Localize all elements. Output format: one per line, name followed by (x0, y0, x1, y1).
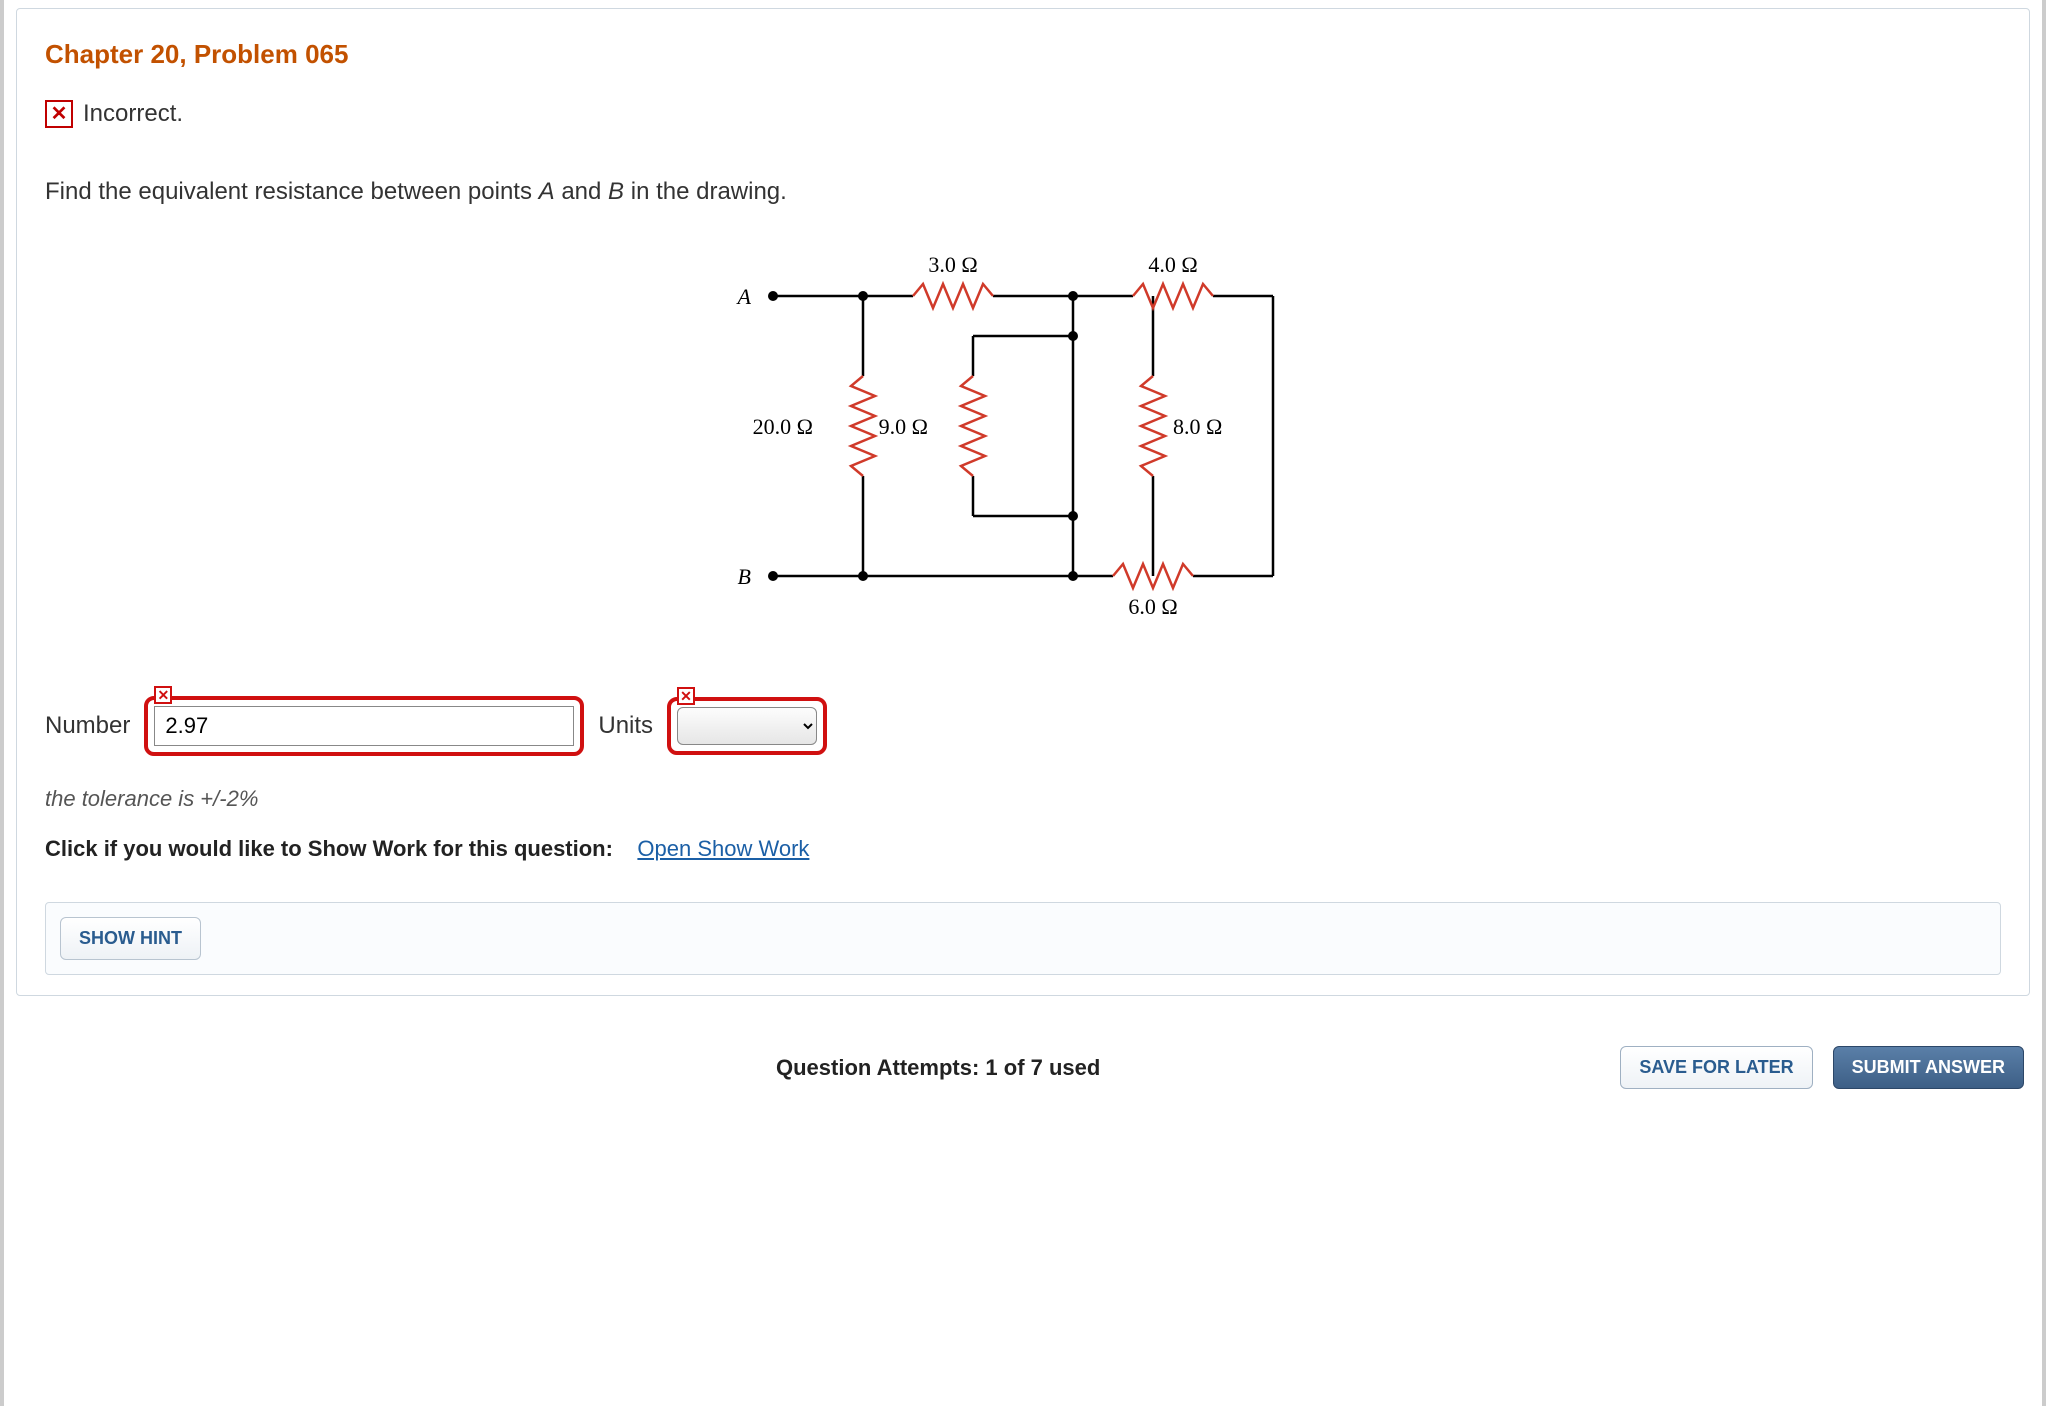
r-top-left-label: 3.0 Ω (928, 252, 977, 277)
submit-answer-button[interactable]: SUBMIT ANSWER (1833, 1046, 2024, 1089)
incorrect-badge-icon: ✕ (154, 686, 172, 704)
r-top-right-label: 4.0 Ω (1148, 252, 1197, 277)
feedback-text: Incorrect. (83, 100, 183, 128)
number-input[interactable] (154, 706, 574, 746)
units-field-wrap: ✕ (667, 697, 827, 755)
node-b-label: B (738, 564, 751, 589)
attempts-label: Question Attempts: 1 of 7 used (776, 1055, 1100, 1081)
number-field-wrap: ✕ (144, 696, 584, 756)
node-a-label: A (736, 284, 752, 309)
r-right-vert-label: 8.0 Ω (1173, 414, 1222, 439)
units-select[interactable] (677, 707, 817, 745)
prompt-part: and (555, 178, 608, 205)
units-label: Units (598, 712, 653, 740)
hint-bar: SHOW HINT (45, 902, 2001, 975)
tolerance-note: the tolerance is +/-2% (45, 786, 2001, 812)
question-prompt: Find the equivalent resistance between p… (45, 178, 2001, 206)
question-title: Chapter 20, Problem 065 (45, 39, 2001, 70)
number-label: Number (45, 712, 130, 740)
footer-row: Question Attempts: 1 of 7 used SAVE FOR … (16, 1046, 2030, 1089)
show-hint-button[interactable]: SHOW HINT (60, 917, 201, 960)
show-work-row: Click if you would like to Show Work for… (45, 836, 2001, 862)
prompt-part: Find the equivalent resistance between p… (45, 178, 539, 205)
r-left-vert-label: 20.0 Ω (753, 414, 813, 439)
r-bottom-right-label: 6.0 Ω (1128, 594, 1177, 619)
prompt-part: in the drawing. (624, 178, 787, 205)
incorrect-icon: ✕ (45, 100, 73, 128)
r-mid-vert-label: 9.0 Ω (879, 414, 928, 439)
open-show-work-link[interactable]: Open Show Work (637, 836, 809, 861)
question-panel: Chapter 20, Problem 065 ✕ Incorrect. Fin… (16, 8, 2030, 996)
show-work-label: Click if you would like to Show Work for… (45, 836, 613, 861)
circuit-diagram: A B 3.0 Ω 4.0 Ω 20.0 Ω 9.0 Ω 8.0 Ω 6.0 Ω (45, 236, 2001, 656)
point-b: B (608, 178, 624, 205)
feedback-row: ✕ Incorrect. (45, 100, 2001, 128)
incorrect-badge-icon: ✕ (677, 687, 695, 705)
point-a: A (539, 178, 555, 205)
save-for-later-button[interactable]: SAVE FOR LATER (1620, 1046, 1812, 1089)
answer-row: Number ✕ Units ✕ (45, 696, 2001, 756)
